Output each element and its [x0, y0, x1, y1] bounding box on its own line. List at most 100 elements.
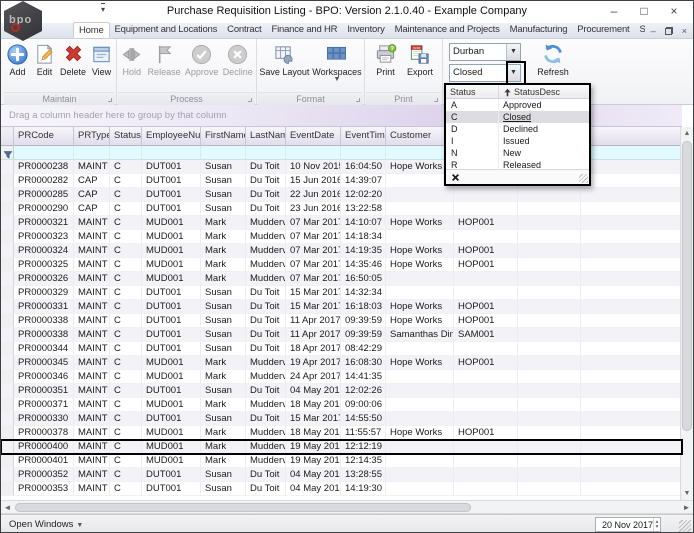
dialog-launcher-icon[interactable]	[248, 98, 252, 102]
print-button[interactable]: ?Print	[372, 41, 399, 79]
horizontal-scroll-thumb[interactable]	[15, 503, 471, 512]
tab-equipment-and-locations[interactable]: Equipment and Locations	[110, 22, 223, 38]
table-row[interactable]: PR0000351MAINTCDUT001SusanDu Toit04 May …	[1, 384, 682, 398]
column-header-eventtime[interactable]: EventTime	[341, 127, 386, 146]
mdi-restore-icon[interactable]	[665, 27, 673, 35]
mdi-close-icon[interactable]: ×	[682, 26, 687, 36]
chevron-down-icon[interactable]: ▼	[506, 44, 520, 60]
minimize-button[interactable]: –	[599, 1, 629, 23]
cell	[581, 370, 682, 384]
workspaces-button[interactable]: Workspaces▼	[311, 41, 363, 85]
table-row[interactable]: PR0000330MAINTCDUT001SusanDu Toit15 Mar …	[1, 412, 682, 426]
tab-maintenance-and-projects[interactable]: Maintenance and Projects	[390, 22, 505, 38]
date-spinner[interactable]: ▲▼	[653, 518, 660, 531]
cell	[454, 412, 518, 426]
column-header-firstname[interactable]: FirstName	[201, 127, 246, 146]
filter-cell-7[interactable]	[341, 146, 386, 160]
tab-contract[interactable]: Contract	[222, 22, 266, 38]
table-row[interactable]: PR0000344MAINTCDUT001SusanDu Toit18 Apr …	[1, 342, 682, 356]
date-picker[interactable]: 20 Nov 2017 ▲▼	[595, 517, 661, 532]
mdi-minimize-icon[interactable]: –	[651, 26, 656, 36]
status-option-i[interactable]: IIssued	[446, 135, 589, 147]
vertical-scroll-thumb[interactable]	[682, 141, 692, 431]
table-row[interactable]: PR0000325MAINTCMUD001MarkMudderveld07 Ma…	[1, 258, 682, 272]
status-popup-column-statusdesc[interactable]: StatusDesc	[499, 85, 589, 98]
window-resize-grip[interactable]	[679, 520, 691, 532]
status-option-n[interactable]: NNew	[446, 147, 589, 159]
add-button[interactable]: Add	[4, 41, 31, 79]
tab-sales[interactable]: Sales	[634, 22, 644, 38]
filter-cell-11[interactable]	[581, 146, 682, 160]
refresh-button[interactable]: Refresh	[531, 42, 575, 77]
popup-resize-grip[interactable]	[579, 174, 588, 183]
table-row[interactable]: PR0000338MAINTCDUT001SusanDu Toit11 Apr …	[1, 314, 682, 328]
scroll-down-icon[interactable]: ▼	[681, 487, 693, 500]
filter-cell-5[interactable]	[246, 146, 286, 160]
filter-cell-2[interactable]	[110, 146, 142, 160]
table-row[interactable]: PR0000321MAINTCMUD001MarkMudderveld07 Ma…	[1, 216, 682, 230]
site-combo[interactable]: Durban ▼	[449, 43, 521, 61]
clear-filter-icon[interactable]	[451, 173, 460, 182]
cell	[386, 286, 454, 300]
table-row[interactable]: PR0000324MAINTCMUD001MarkMudderveld07 Ma…	[1, 244, 682, 258]
filter-cell-1[interactable]	[74, 146, 110, 160]
scroll-up-icon[interactable]: ▲	[681, 127, 693, 140]
cell: 19 May 2017	[286, 440, 341, 454]
table-row[interactable]: PR0000285CAPCDUT001SusanDu Toit22 Jun 20…	[1, 188, 682, 202]
table-row[interactable]: PR0000401MAINTCMUD001MarkMudderveld19 Ma…	[1, 454, 682, 468]
table-row[interactable]: PR0000326MAINTCMUD001MarkMudderveld07 Ma…	[1, 272, 682, 286]
tab-procurement[interactable]: Procurement	[572, 22, 634, 38]
cell	[454, 468, 518, 482]
filter-cell-6[interactable]	[286, 146, 341, 160]
status-option-d[interactable]: DDeclined	[446, 123, 589, 135]
export-button[interactable]: XLSXExport	[405, 41, 435, 79]
cell: Du Toit	[246, 482, 286, 496]
table-row[interactable]: PR0000338MAINTCDUT001SusanDu Toit11 Apr …	[1, 328, 682, 342]
spin-down-icon[interactable]: ▼	[655, 525, 660, 530]
dialog-launcher-icon[interactable]	[434, 98, 438, 102]
dialog-launcher-icon[interactable]	[108, 98, 112, 102]
close-button[interactable]: ×	[659, 1, 689, 23]
table-row[interactable]: PR0000346MAINTCMUD001MarkMudderveld24 Ap…	[1, 370, 682, 384]
table-row[interactable]: PR0000345MAINTCMUD001MarkMudderveld19 Ap…	[1, 356, 682, 370]
table-row[interactable]: PR0000353MAINTCDUT001SusanDu Toit04 May …	[1, 482, 682, 496]
horizontal-scrollbar[interactable]: ◄ ►	[1, 500, 693, 514]
table-row[interactable]: PR0000323MAINTCMUD001MarkMudderveld07 Ma…	[1, 230, 682, 244]
filter-cell-3[interactable]	[142, 146, 201, 160]
filter-cell-4[interactable]	[201, 146, 246, 160]
row-indicator	[1, 426, 14, 440]
column-header-employeenumber[interactable]: EmployeeNumber	[142, 127, 201, 146]
view-button[interactable]: View	[88, 41, 115, 79]
cell: 22 Jun 2016	[286, 188, 341, 202]
status-option-a[interactable]: AApproved	[446, 99, 589, 111]
cell: 19 May 2017	[286, 454, 341, 468]
column-header-lastname[interactable]: LastName	[246, 127, 286, 146]
open-windows-button[interactable]: Open Windows▼	[9, 519, 83, 530]
table-row[interactable]: PR0000352MAINTCDUT001SusanDu Toit04 May …	[1, 468, 682, 482]
maximize-button[interactable]: □	[629, 1, 659, 23]
scroll-left-icon[interactable]: ◄	[1, 501, 14, 514]
column-header-prtype[interactable]: PRType	[74, 127, 110, 146]
column-header-eventdate[interactable]: EventDate	[286, 127, 341, 146]
filter-cell-0[interactable]	[14, 146, 74, 160]
status-popup-column-status[interactable]: Status	[446, 85, 499, 98]
edit-button[interactable]: Edit	[31, 41, 58, 79]
delete-button[interactable]: Delete	[58, 41, 88, 79]
table-row[interactable]: PR0000290CAPCDUT001SusanDu Toit23 Jun 20…	[1, 202, 682, 216]
dialog-launcher-icon[interactable]	[356, 98, 360, 102]
status-option-c[interactable]: CClosed	[446, 111, 589, 123]
table-row[interactable]: PR0000378MAINTCMUD001MarkMudderveld18 Ma…	[1, 426, 682, 440]
tab-manufacturing[interactable]: Manufacturing	[505, 22, 573, 38]
save-layout-button[interactable]: Save Layout	[258, 41, 311, 79]
column-header-status[interactable]: Status	[110, 127, 142, 146]
table-row[interactable]: PR0000329MAINTCDUT001SusanDu Toit15 Mar …	[1, 286, 682, 300]
column-header-blank-11[interactable]	[581, 127, 682, 146]
table-row[interactable]: PR0000331MAINTCDUT001SusanDu Toit15 Mar …	[1, 300, 682, 314]
tab-inventory[interactable]: Inventory	[342, 22, 389, 38]
tab-home[interactable]: Home	[73, 22, 110, 38]
table-row[interactable]: PR0000371MAINTCMUD001MarkMudderveld18 Ma…	[1, 398, 682, 412]
scroll-right-icon[interactable]: ►	[680, 501, 693, 514]
column-header-prcode[interactable]: PRCode	[14, 127, 74, 146]
table-row[interactable]: PR0000400MAINTCMUD001MarkMudderveld19 Ma…	[1, 440, 682, 454]
tab-finance-and-hr[interactable]: Finance and HR	[266, 22, 342, 38]
